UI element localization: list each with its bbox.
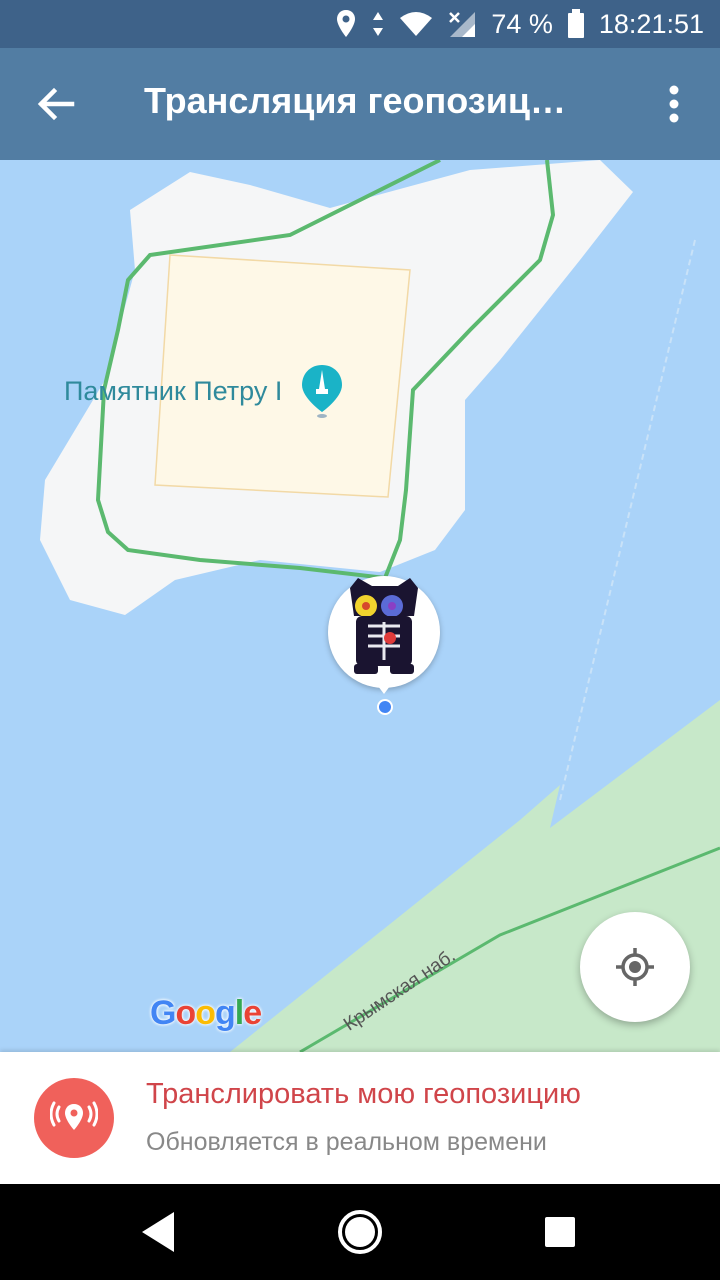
live-location-icon <box>34 1078 114 1158</box>
signal-icon <box>449 12 476 37</box>
data-arrows-icon <box>373 12 384 36</box>
user-avatar[interactable] <box>328 576 440 688</box>
home-circle-icon[interactable] <box>330 1202 390 1262</box>
page-title: Трансляция геопозиц… <box>144 80 566 121</box>
google-letter: g <box>215 994 236 1032</box>
map-view[interactable]: Памятник Петру I Google Крымская наб. <box>0 160 720 1052</box>
share-title[interactable]: Транслировать мою геопозицию <box>146 1078 581 1111</box>
share-subtitle: Обновляется в реальном времени <box>146 1128 547 1156</box>
navigation-bar <box>0 1184 720 1280</box>
avatar-image <box>350 578 418 674</box>
google-logo: Google <box>150 994 262 1033</box>
google-letter: o <box>195 994 216 1032</box>
location-dot <box>377 699 393 715</box>
google-letter: l <box>234 994 245 1032</box>
status-bar: 74 % 18:21:51 <box>0 0 720 48</box>
battery-percent: 74 % <box>491 8 553 39</box>
back-arrow-icon[interactable] <box>30 78 82 130</box>
water-line <box>559 239 696 801</box>
google-letter: o <box>175 994 196 1032</box>
location-icon <box>337 10 356 37</box>
app-bar: Трансляция геопозиц… <box>0 48 720 160</box>
battery-icon <box>567 9 584 38</box>
recents-square-icon[interactable] <box>530 1202 590 1262</box>
poi-label[interactable]: Памятник Петру I <box>64 376 282 407</box>
clock: 18:21:51 <box>598 8 704 39</box>
share-location-panel[interactable]: Транслировать мою геопозицию Обновляется… <box>0 1052 720 1184</box>
my-location-button[interactable] <box>580 912 690 1022</box>
wifi-icon <box>400 12 433 36</box>
google-letter: G <box>150 994 176 1032</box>
back-triangle-icon[interactable] <box>130 1202 190 1262</box>
avatar-pointer <box>372 678 396 694</box>
google-letter: e <box>243 994 262 1032</box>
my-location-icon <box>616 948 654 986</box>
more-vert-icon[interactable] <box>654 82 694 126</box>
